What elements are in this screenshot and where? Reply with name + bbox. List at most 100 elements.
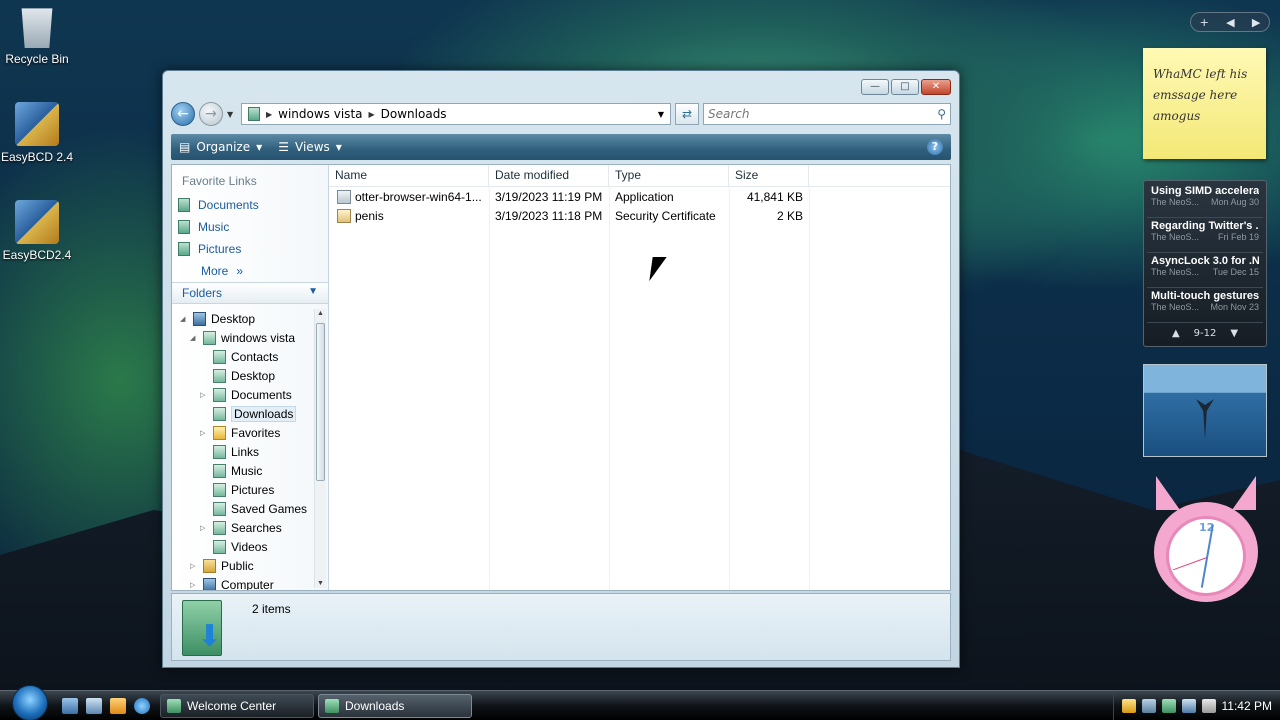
feed-item[interactable]: Multi-touch gestures... The NeoS... Mon N…: [1147, 288, 1263, 323]
tree-item-videos[interactable]: Videos: [172, 537, 314, 556]
organize-button[interactable]: ▤ Organize ▼: [179, 140, 262, 154]
taskbar-item-downloads[interactable]: Downloads: [318, 693, 472, 718]
file-name-cell: penis: [329, 208, 489, 223]
desktop-icon-recycle-bin[interactable]: Recycle Bin: [0, 4, 74, 66]
taskbar-item-welcome-center[interactable]: Welcome Center: [160, 693, 314, 718]
expand-arrow-icon[interactable]: ▷: [190, 562, 198, 570]
back-button[interactable]: ←: [171, 102, 195, 126]
tree-item-contacts[interactable]: Contacts: [172, 347, 314, 366]
search-icon[interactable]: ⚲: [937, 107, 946, 121]
maximize-button[interactable]: □: [891, 79, 919, 95]
volume-muted-icon[interactable]: [1201, 698, 1216, 713]
collapse-arrow-icon[interactable]: ◢: [180, 315, 188, 323]
add-gadget-icon[interactable]: +: [1200, 16, 1209, 29]
welcome-center-icon: [167, 698, 181, 713]
tree-item-public[interactable]: ▷ Public: [172, 556, 314, 575]
breadcrumb-downloads[interactable]: Downloads: [381, 107, 447, 121]
tree-item-searches[interactable]: ▷ Searches: [172, 518, 314, 537]
security-shield-icon[interactable]: [1121, 698, 1136, 713]
tree-item-pictures[interactable]: Pictures: [172, 480, 314, 499]
favorite-links-more[interactable]: More »: [172, 260, 328, 282]
expand-arrow-icon[interactable]: ▷: [190, 581, 198, 589]
tree-item-windows-vista[interactable]: ◢ windows vista: [172, 328, 314, 347]
show-desktop-icon[interactable]: [62, 697, 78, 714]
desktop-icon-easybcd-24[interactable]: EasyBCD 2.4: [0, 102, 74, 164]
scrollbar-thumb[interactable]: [316, 323, 325, 481]
file-row[interactable]: otter-browser-win64-1... 3/19/2023 11:19…: [329, 187, 950, 206]
tree-item-music[interactable]: Music: [172, 461, 314, 480]
breadcrumb-separator-icon[interactable]: ▶: [369, 110, 375, 119]
feed-item[interactable]: Regarding Twitter's ... The NeoS... Fri F…: [1147, 218, 1263, 253]
tree-item-favorites[interactable]: ▷ Favorites: [172, 423, 314, 442]
column-header-size[interactable]: Size: [729, 165, 809, 186]
help-icon[interactable]: ?: [927, 139, 943, 155]
clock-gadget[interactable]: 12: [1148, 476, 1264, 602]
pictures-folder-icon: [213, 482, 226, 497]
column-header-type[interactable]: Type: [609, 165, 729, 186]
tray-app-icon[interactable]: [1141, 698, 1156, 713]
file-row[interactable]: penis 3/19/2023 11:18 PM Security Certif…: [329, 206, 950, 225]
contacts-icon: [213, 349, 226, 364]
desktop-icon-easybcd24[interactable]: EasyBCD2.4: [0, 200, 74, 262]
next-gadget-icon[interactable]: ▶: [1252, 16, 1260, 29]
search-input[interactable]: Search ⚲: [703, 103, 951, 125]
feed-item[interactable]: Using SIMD accelera... The NeoS... Mon Au…: [1147, 183, 1263, 218]
breadcrumb-separator-icon[interactable]: ▶: [266, 110, 272, 119]
file-type: Security Certificate: [615, 208, 716, 223]
expand-arrow-icon[interactable]: ▷: [200, 429, 208, 437]
tree-scrollbar[interactable]: ▲ ▼: [314, 309, 326, 588]
previous-gadget-icon[interactable]: ◀: [1226, 16, 1234, 29]
tree-item-label: windows vista: [221, 330, 296, 345]
network-icon[interactable]: [1181, 698, 1196, 713]
favorite-link-documents[interactable]: Documents: [172, 194, 328, 216]
minimize-button[interactable]: —: [861, 79, 889, 95]
folders-header[interactable]: Folders ▼: [172, 282, 328, 304]
forward-button[interactable]: →: [199, 102, 223, 126]
favorite-link-pictures[interactable]: Pictures: [172, 238, 328, 260]
feed-up-icon[interactable]: ▲: [1172, 328, 1180, 339]
media-player-icon[interactable]: [110, 697, 126, 714]
sticky-note-gadget[interactable]: WhaMC left his emssage here amogus: [1143, 48, 1266, 159]
start-button[interactable]: [12, 684, 48, 720]
favorite-link-music[interactable]: Music: [172, 216, 328, 238]
address-bar[interactable]: ▶ windows vista ▶ Downloads ▼: [241, 103, 671, 125]
close-button[interactable]: ✕: [921, 79, 951, 95]
tree-item-links[interactable]: Links: [172, 442, 314, 461]
internet-explorer-icon[interactable]: [134, 697, 150, 714]
tree-item-desktop-sub[interactable]: Desktop: [172, 366, 314, 385]
feed-title: Regarding Twitter's ...: [1151, 220, 1259, 232]
collapse-arrow-icon[interactable]: ◢: [190, 334, 198, 342]
column-header-date-modified[interactable]: Date modified: [489, 165, 609, 186]
feed-pager: ▲ 9-12 ▼: [1147, 323, 1263, 339]
views-button[interactable]: ☰ Views ▼: [278, 140, 342, 154]
feed-down-icon[interactable]: ▼: [1230, 328, 1238, 339]
expand-arrow-icon[interactable]: ▷: [200, 391, 208, 399]
refresh-button[interactable]: ⇄: [675, 103, 699, 125]
tree-item-downloads[interactable]: Downloads: [172, 404, 314, 423]
navigation-pane: Favorite Links Documents Music Pictures …: [172, 165, 329, 590]
scroll-down-icon[interactable]: ▼: [315, 580, 326, 587]
address-dropdown-icon[interactable]: ▼: [658, 110, 664, 119]
file-list[interactable]: Name Date modified Type Size otter-brows…: [329, 165, 950, 590]
downloads-folder-icon: [213, 406, 226, 421]
tree-item-label: Desktop: [211, 311, 256, 326]
recent-pages-dropdown[interactable]: ▼: [227, 110, 237, 119]
sticky-note-text[interactable]: WhaMC left his emssage here amogus: [1153, 67, 1247, 123]
favorites-star-icon: [213, 425, 226, 440]
explorer-window[interactable]: — □ ✕ ← → ▼ ▶ windows vista ▶ Downloads …: [162, 70, 960, 668]
chevron-down-icon: ▼: [256, 142, 263, 152]
switch-windows-icon[interactable]: [86, 697, 102, 714]
scroll-up-icon[interactable]: ▲: [315, 310, 326, 317]
tree-item-saved-games[interactable]: Saved Games: [172, 499, 314, 518]
slideshow-gadget[interactable]: [1143, 364, 1267, 457]
breadcrumb-windows-vista[interactable]: windows vista: [278, 107, 362, 121]
tree-item-desktop[interactable]: ◢ Desktop: [172, 309, 314, 328]
column-header-name[interactable]: Name: [329, 165, 489, 186]
clock-time[interactable]: 11:42 PM: [1222, 699, 1272, 713]
expand-arrow-icon[interactable]: ▷: [200, 524, 208, 532]
desktop-icon-label: EasyBCD2.4: [2, 248, 72, 262]
feed-item[interactable]: AsyncLock 3.0 for .N... The NeoS... Tue D…: [1147, 253, 1263, 288]
tree-item-computer[interactable]: ▷ Computer: [172, 575, 314, 590]
tree-item-documents[interactable]: ▷ Documents: [172, 385, 314, 404]
sidebar-tray-icon[interactable]: [1161, 698, 1176, 713]
